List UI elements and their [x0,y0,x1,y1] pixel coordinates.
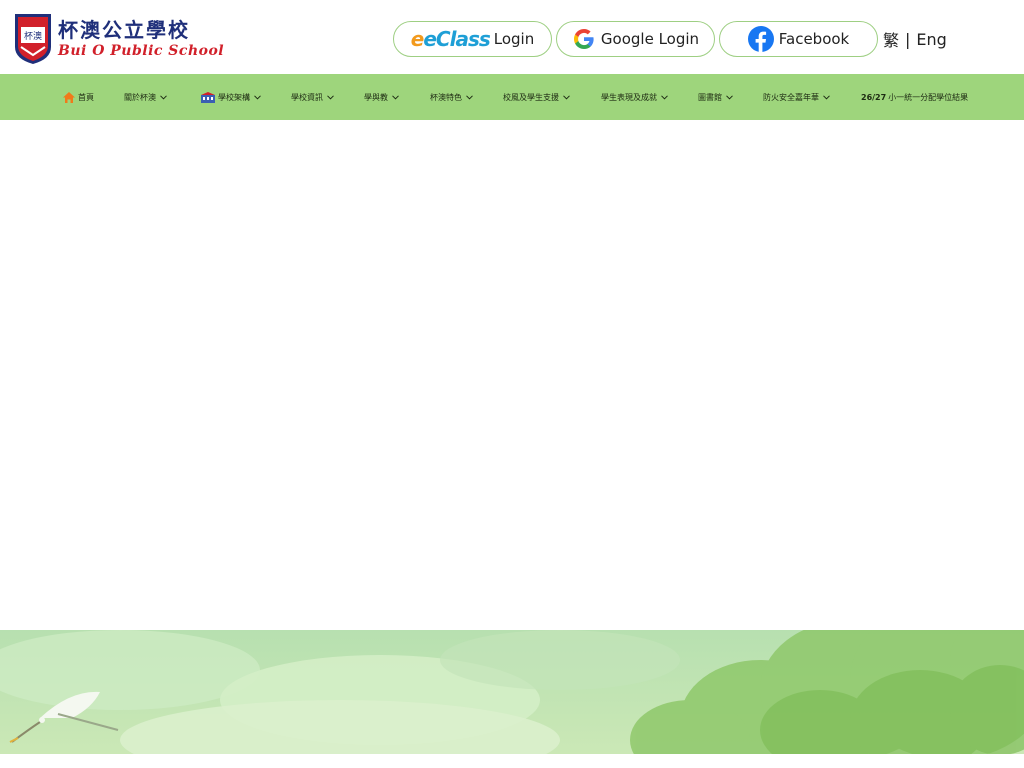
eclass-logo-icon: eeClass [410,27,491,51]
nav-item-about[interactable]: 關於杯澳 [124,74,167,120]
site-header: 杯澳 杯澳公立學校 Bui O Public School eeClass Lo… [0,0,1024,74]
eclass-login-label: Login [493,30,535,48]
nav-item-label-prefix: 26/27 [861,92,887,102]
nav-item-learning-teaching[interactable]: 學與教 [364,74,399,120]
facebook-icon [747,26,774,52]
lang-separator: | [905,29,911,49]
nav-item-fire-safety-carnival[interactable]: 防火安全嘉年華 [763,74,830,120]
nature-banner-illustration [0,630,1024,754]
nav-item-student-support[interactable]: 校風及學生支援 [503,74,570,120]
chevron-down-icon [254,94,261,100]
chevron-down-icon [392,94,399,100]
school-crest-icon: 杯澳 [15,14,51,64]
main-navigation: 首頁 關於杯澳 學校架構 學校資訊 學與教 杯澳特色 校風及學生支援 學生表現及… [0,74,1024,120]
school-name-zh: 杯澳公立學校 [58,18,190,42]
school-name-en: Bui O Public School [58,43,225,59]
nav-item-label: 校風及學生支援 [503,92,559,102]
page-bottom-strip [0,754,1024,768]
nav-item-school-info[interactable]: 學校資訊 [291,74,334,120]
google-login-label: Google Login [600,30,700,48]
nav-item-school-features[interactable]: 杯澳特色 [430,74,473,120]
nav-item-label: 學生表現及成就 [601,92,657,102]
chevron-down-icon [563,94,570,100]
school-building-icon [201,91,215,103]
nav-item-home[interactable]: 首頁 [63,74,94,120]
nav-item-student-achievements[interactable]: 學生表現及成就 [601,74,668,120]
nav-item-label: 首頁 [78,92,94,102]
chevron-down-icon [823,94,830,100]
nav-item-label: 學與教 [364,92,388,102]
nav-item-label: 小一統一分配學位結果 [888,92,969,102]
crest-text: 杯澳 [24,30,42,42]
nav-item-school-structure[interactable]: 學校架構 [201,74,261,120]
language-switcher: 繁 | Eng [883,27,947,51]
chevron-down-icon [726,94,733,100]
chevron-down-icon [160,94,167,100]
chevron-down-icon [661,94,668,100]
nav-item-p1-allocation-result[interactable]: 26/27 小一統一分配學位結果 [861,74,968,120]
chevron-down-icon [466,94,473,100]
footer-banner-image [0,630,1024,754]
eclass-login-button[interactable]: eeClass Login [393,21,552,57]
nav-item-label: 學校架構 [218,92,250,102]
facebook-label: Facebook [778,30,850,48]
facebook-button[interactable]: Facebook [719,21,878,57]
nav-item-label: 關於杯澳 [124,92,156,102]
nav-item-label: 杯澳特色 [430,92,462,102]
google-icon [572,27,596,51]
nav-item-label: 防火安全嘉年華 [763,92,819,102]
google-login-button[interactable]: Google Login [556,21,715,57]
lang-english[interactable]: Eng [916,30,946,49]
lang-traditional-chinese[interactable]: 繁 [883,27,899,51]
school-logo[interactable]: 杯澳 杯澳公立學校 Bui O Public School [14,13,224,65]
home-icon [63,91,75,103]
chevron-down-icon [327,94,334,100]
nav-item-label: 圖書館 [698,92,722,102]
nav-item-label: 學校資訊 [291,92,323,102]
nav-item-library[interactable]: 圖書館 [698,74,733,120]
